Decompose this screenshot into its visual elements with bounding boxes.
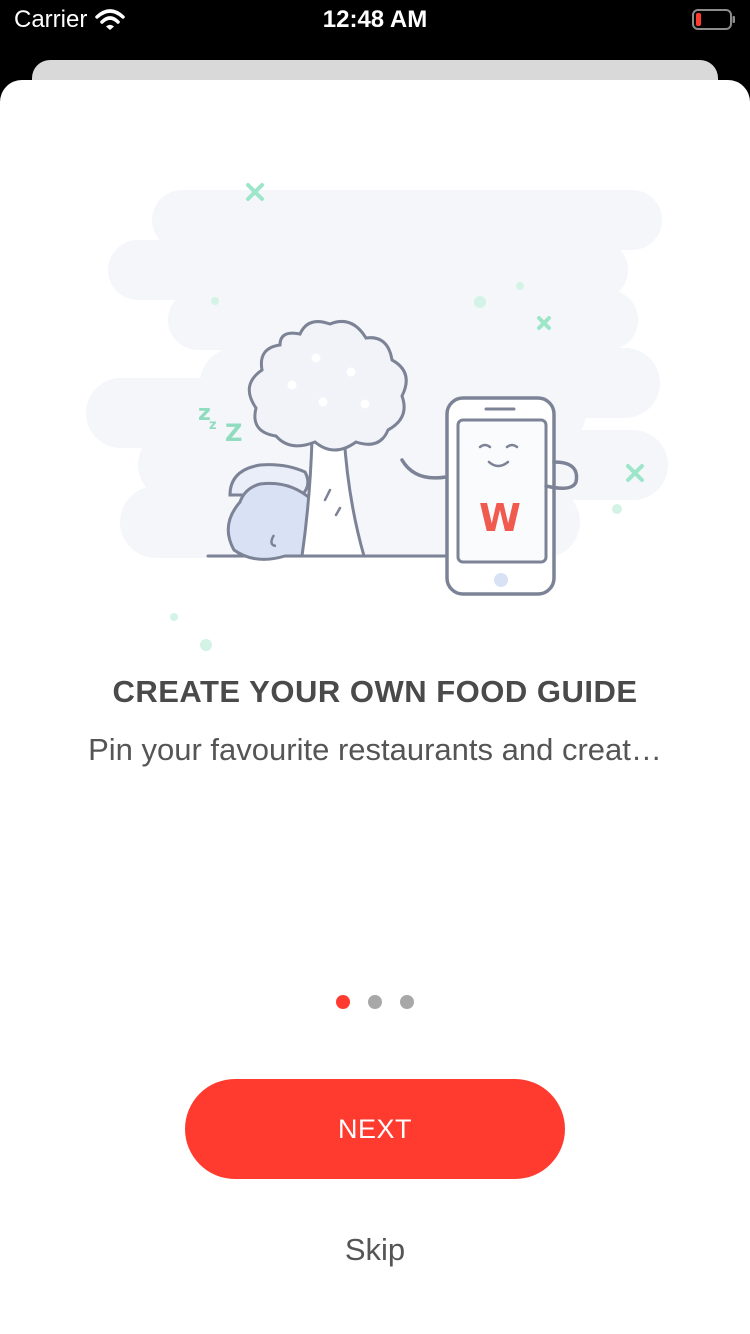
page-title: CREATE YOUR OWN FOOD GUIDE — [112, 674, 638, 709]
skip-button[interactable]: Skip — [0, 1232, 750, 1268]
page-indicator-dot[interactable] — [400, 995, 414, 1009]
page-indicator[interactable] — [0, 995, 750, 1009]
svg-text:z: z — [209, 418, 217, 433]
battery-icon — [692, 9, 735, 30]
clock: 12:48 AM — [322, 6, 428, 33]
next-button[interactable]: NEXT — [185, 1079, 565, 1179]
svg-text:Z: Z — [225, 419, 242, 447]
phone-logo: W — [479, 496, 521, 540]
page-indicator-dot-active[interactable] — [336, 995, 350, 1009]
status-bar: Carrier 12:48 AM — [0, 0, 750, 40]
page-indicator-dot[interactable] — [368, 995, 382, 1009]
sleeping-tree-and-phone-illustration: z z Z W — [86, 183, 668, 651]
page-subtitle: Pin your favourite restaurants and creat… — [88, 732, 662, 767]
sack-figure — [226, 463, 316, 561]
onboarding-sheet: z z Z W CREATE YOUR OWN FOOD GUIDE Pin y… — [0, 80, 750, 1334]
